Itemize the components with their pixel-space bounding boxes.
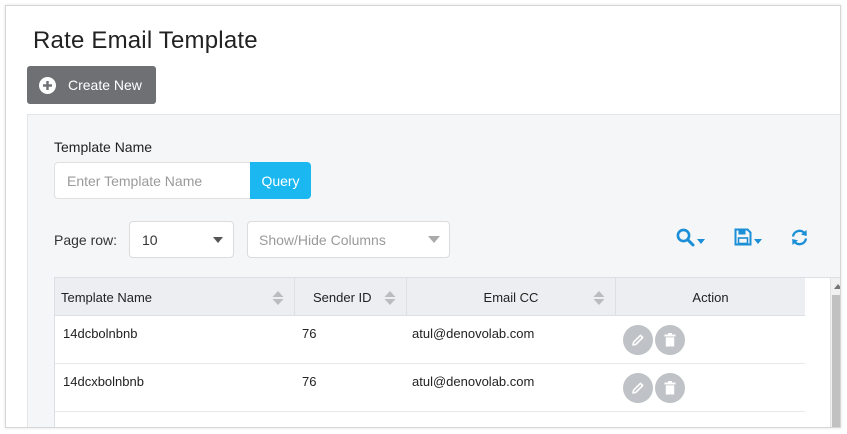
pencil-icon xyxy=(632,334,644,346)
cell-actions xyxy=(616,316,805,363)
template-name-input[interactable] xyxy=(54,162,250,199)
page-row-select[interactable]: 10 xyxy=(129,221,234,258)
chevron-down-icon xyxy=(213,237,223,243)
page-row-label: Page row: xyxy=(54,232,118,248)
refresh-button[interactable] xyxy=(790,228,809,252)
page-row-value: 10 xyxy=(142,231,158,248)
filter-panel: Template Name Query Page row: 10 Show/Hi… xyxy=(27,114,840,427)
table-body: 14dcbolnbnb 76 atul@denovolab.com 14dcxb… xyxy=(55,316,805,412)
app-window: Rate Email Template Create New Template … xyxy=(5,5,841,428)
cell-email-cc: atul@denovolab.com xyxy=(412,326,535,341)
sort-icon xyxy=(384,291,396,305)
show-hide-columns-select[interactable]: Show/Hide Columns xyxy=(247,221,450,258)
cell-sender-id: 76 xyxy=(302,374,317,389)
delete-button[interactable] xyxy=(655,325,685,355)
query-button[interactable]: Query xyxy=(250,162,311,199)
delete-button[interactable] xyxy=(655,373,685,403)
export-button[interactable] xyxy=(734,228,762,251)
pencil-icon xyxy=(632,382,644,394)
cell-email-cc: atul@denovolab.com xyxy=(412,374,535,389)
search-toggle-button[interactable] xyxy=(676,228,705,252)
column-header-sender-id[interactable]: Sender ID xyxy=(295,278,407,316)
template-name-label: Template Name xyxy=(54,139,153,155)
edit-button[interactable] xyxy=(623,325,653,355)
create-new-label: Create New xyxy=(68,77,142,93)
templates-table: Template Name Sender ID Email CC Action … xyxy=(54,277,840,427)
cell-template-name: 14dcbolnbnb xyxy=(63,326,138,341)
cell-sender-id: 76 xyxy=(302,326,317,341)
page-title: Rate Email Template xyxy=(33,27,258,54)
caret-down-icon xyxy=(697,239,705,244)
vertical-scrollbar[interactable] xyxy=(830,278,840,427)
show-hide-columns-placeholder: Show/Hide Columns xyxy=(259,231,386,248)
table-row: 14dcbolnbnb 76 atul@denovolab.com xyxy=(55,316,805,364)
cell-actions xyxy=(616,364,805,411)
cell-template-name: 14dcxbolnbnb xyxy=(63,374,144,389)
table-row: 14dcxbolnbnb 76 atul@denovolab.com xyxy=(55,364,805,412)
create-new-button[interactable]: Create New xyxy=(27,66,156,104)
sort-icon xyxy=(272,291,284,305)
refresh-icon xyxy=(790,228,809,252)
chevron-down-icon xyxy=(428,236,440,243)
sort-icon xyxy=(593,291,605,305)
save-icon xyxy=(734,228,752,251)
edit-button[interactable] xyxy=(623,373,653,403)
column-header-template-name[interactable]: Template Name xyxy=(55,278,295,316)
caret-down-icon xyxy=(754,238,762,244)
column-header-email-cc[interactable]: Email CC xyxy=(407,278,616,316)
search-icon xyxy=(676,228,695,252)
search-group: Query xyxy=(54,162,311,199)
trash-icon xyxy=(664,381,676,395)
column-header-action: Action xyxy=(692,289,729,305)
scroll-up-arrow-icon[interactable] xyxy=(834,284,840,289)
trash-icon xyxy=(664,333,676,347)
scrollbar-thumb[interactable] xyxy=(832,295,840,427)
plus-circle-icon xyxy=(39,76,56,94)
table-header: Template Name Sender ID Email CC Action xyxy=(55,278,805,316)
